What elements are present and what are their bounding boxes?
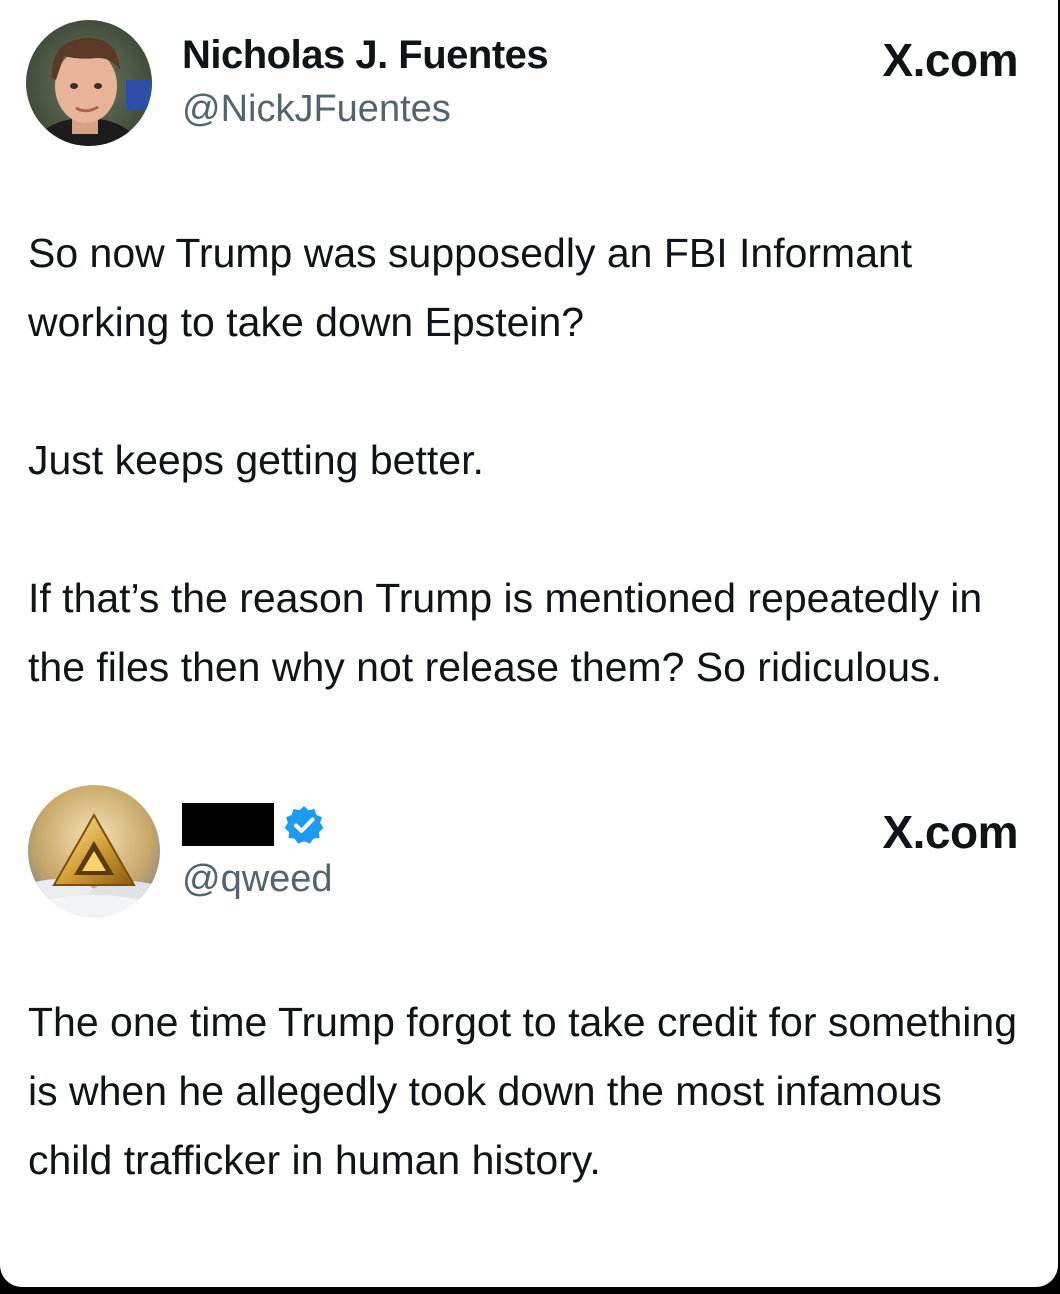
redacted-display-name [182, 803, 274, 846]
x-com-brand: X.com [882, 806, 1018, 858]
avatar[interactable] [28, 785, 160, 917]
tweet-paragraph: The one time Trump forgot to take credit… [28, 999, 1018, 1183]
user-handle[interactable]: @NickJFuentes [182, 88, 451, 131]
tweet-2: @qweed X.com The one time Trump forgot t… [0, 780, 1058, 1287]
tweet-1: Nicholas J. Fuentes @NickJFuentes X.com … [0, 0, 1058, 780]
screenshot-card: Nicholas J. Fuentes @NickJFuentes X.com … [0, 0, 1058, 1287]
avatar[interactable] [26, 20, 152, 146]
profile-photo-icon [26, 20, 152, 146]
tweet-body: The one time Trump forgot to take credit… [28, 988, 1028, 1195]
display-name[interactable]: Nicholas J. Fuentes [182, 33, 549, 78]
tweet-paragraph: If that’s the reason Trump is mentioned … [28, 575, 983, 690]
user-handle[interactable]: @qweed [182, 858, 333, 901]
verified-badge-icon [283, 804, 325, 846]
tweet-body: So now Trump was supposedly an FBI Infor… [28, 219, 1028, 702]
x-com-brand: X.com [882, 34, 1018, 86]
golden-triangle-pyramid-icon [28, 785, 160, 917]
tweet-paragraph: So now Trump was supposedly an FBI Infor… [28, 230, 913, 345]
tweet-paragraph: Just keeps getting better. [28, 437, 484, 483]
